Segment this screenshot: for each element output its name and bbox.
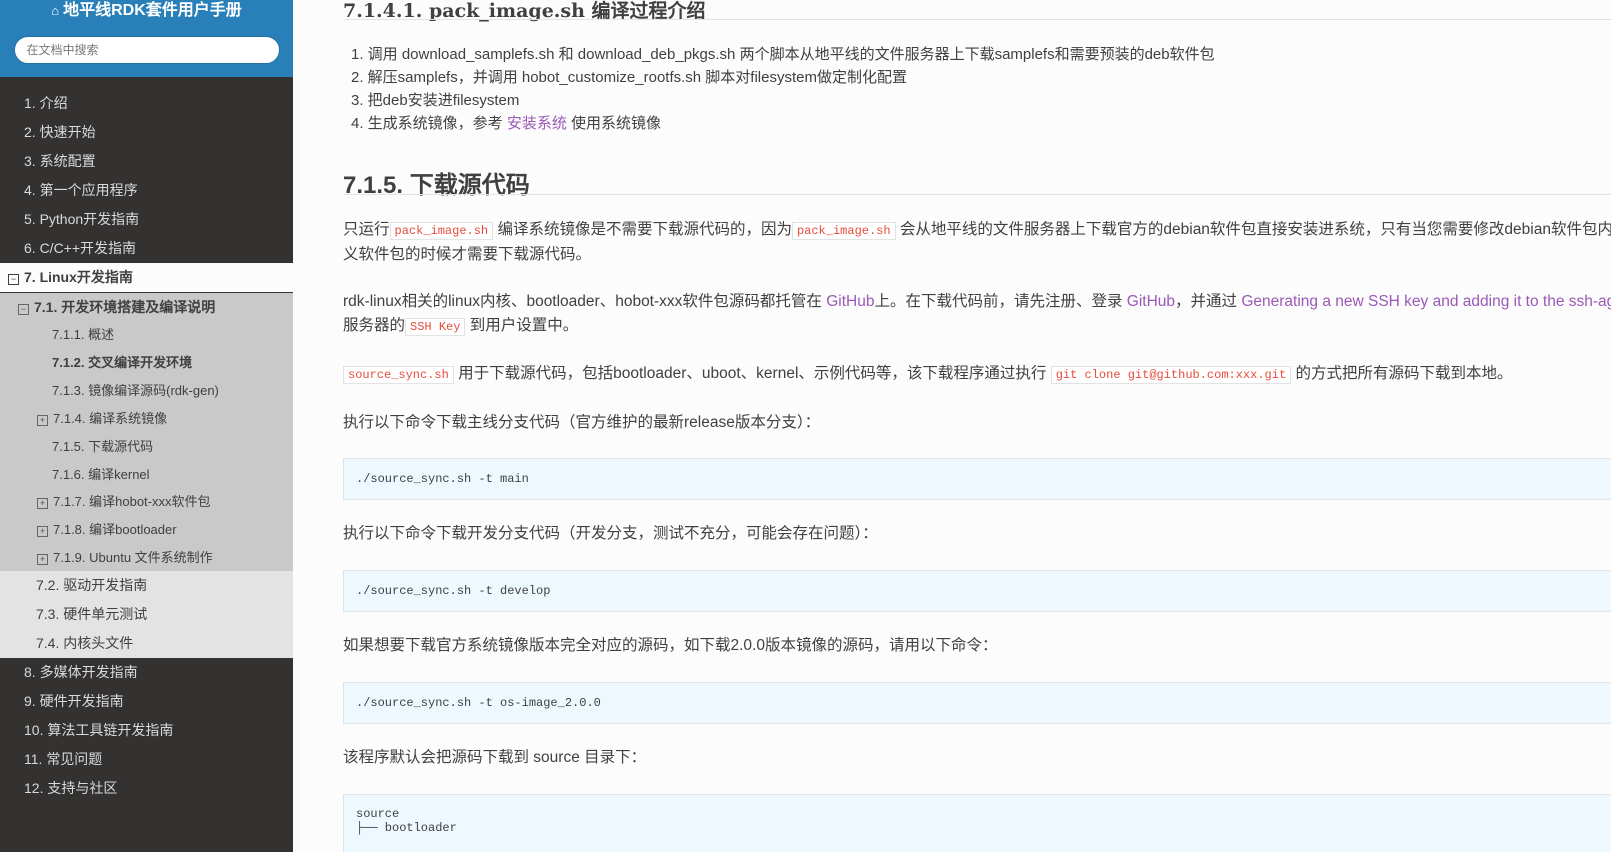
inline-code: git clone git@github.com:xxx.git (1050, 366, 1292, 384)
toc-item-label: 7.1. 开发环境搭建及编译说明 (34, 299, 216, 315)
toc-item-rdk-gen[interactable]: 7.1.3. 镜像编译源码(rdk-gen) (0, 377, 293, 405)
toc-item-cross-compile[interactable]: 7.1.2. 交叉编译开发环境 (0, 349, 293, 377)
toc-item-build-bootloader[interactable]: +7.1.8. 编译bootloader (0, 516, 293, 544)
code-block[interactable]: source ├── bootloader (343, 794, 1611, 852)
install-system-link[interactable]: 安装系统 (507, 115, 567, 132)
code-block[interactable]: ./source_sync.sh -t os-image_2.0.0 (343, 682, 1611, 724)
text: 服务器的 (343, 317, 406, 334)
toc-item-build-hobot[interactable]: +7.1.7. 编译hobot-xxx软件包 (0, 488, 293, 516)
paragraph: rdk-linux相关的linux内核、bootloader、hobot-xxx… (343, 290, 1611, 314)
expand-toggle-icon[interactable]: + (37, 415, 48, 426)
toc-item-faq[interactable]: 11. 常见问题 (0, 745, 293, 774)
list-item: 3. 把deb安装进filesystem (351, 92, 520, 109)
inline-code: source_sync.sh (343, 366, 454, 384)
paragraph: source_sync.sh 用于下载源代码，包括bootloader、uboo… (343, 362, 1512, 387)
toc-item-overview[interactable]: 7.1.1. 概述 (0, 321, 293, 349)
paragraph: 执行以下命令下载开发分支代码（开发分支，测试不充分，可能会存在问题）： (343, 525, 878, 542)
list-item: 4. 生成系统镜像，参考 安装系统 使用系统镜像 (351, 112, 1215, 135)
toc-item-label: 7. Linux开发指南 (24, 269, 133, 285)
toc-item-python-guide[interactable]: 5. Python开发指南 (0, 205, 293, 234)
inline-code: pack_image.sh (389, 222, 494, 240)
inline-code: SSH Key (405, 318, 466, 336)
expand-toggle-icon[interactable]: + (37, 526, 48, 537)
text: 的方式把所有源码下载到本地。 (1291, 365, 1513, 382)
paragraph-line: 义软件包的时候才需要下载源代码。 (343, 246, 592, 263)
list-item: 2. 解压samplefs，并调用 hobot_customize_rootfs… (351, 69, 907, 86)
toc-item-label: 7.1.7. 编译hobot-xxx软件包 (53, 494, 211, 509)
text: 用于下载源代码，包括bootloader、uboot、kernel、示例代码等，… (453, 365, 1051, 382)
toc-item-label: 7.1.8. 编译bootloader (53, 522, 177, 537)
list-item: 1. 调用 download_samplefs.sh 和 download_de… (351, 46, 1215, 63)
expand-toggle-icon[interactable]: + (37, 554, 48, 565)
ssh-key-guide-link[interactable]: Generating a new SSH key and adding it t… (1241, 293, 1611, 310)
toc-item-driver-guide[interactable]: 7.2. 驱动开发指南 (0, 571, 293, 600)
paragraph: 只运行 pack_image.sh 编译系统镜像是不需要下载源代码的，因为 pack… (343, 218, 1611, 243)
toc-item-quickstart[interactable]: 2. 快速开始 (0, 118, 293, 147)
step-text: 4. 生成系统镜像，参考 (351, 115, 507, 132)
toc-item-label: 7.1.9. Ubuntu 文件系统制作 (53, 550, 213, 565)
toc-item-build-image[interactable]: +7.1.4. 编译系统镜像 (0, 405, 293, 433)
paragraph: 执行以下命令下载主线分支代码（官方维护的最新release版本分支）： (343, 414, 821, 431)
collapse-toggle-icon[interactable]: − (18, 304, 29, 315)
text: 会从地平线的文件服务器上下载官方的debian软件包直接安装进系统，只有当您需要… (895, 221, 1611, 238)
text: 只运行 (343, 221, 390, 238)
toc-item-ubuntu-fs[interactable]: +7.1.9. Ubuntu 文件系统制作 (0, 544, 293, 572)
collapse-toggle-icon[interactable]: − (8, 274, 19, 285)
toc-item-intro[interactable]: 1. 介绍 (0, 89, 293, 118)
text: rdk-linux相关的linux内核、bootloader、hobot-xxx… (343, 293, 827, 310)
code-block[interactable]: ./source_sync.sh -t main (343, 458, 1611, 500)
toc-item-hardware[interactable]: 9. 硬件开发指南 (0, 687, 293, 716)
inline-code: pack_image.sh (791, 222, 896, 240)
project-home-link[interactable]: ⌂ 地平线RDK套件用户手册 (0, 0, 293, 22)
paragraph: 如果想要下载官方系统镜像版本完全对应的源码，如下载2.0.0版本镜像的源码，请用… (343, 637, 998, 654)
toc-item-multimedia[interactable]: 8. 多媒体开发指南 (0, 658, 293, 687)
code-block[interactable]: ./source_sync.sh -t develop (343, 570, 1611, 612)
home-icon: ⌂ (51, 3, 60, 18)
text: 编译系统镜像是不需要下载源代码的，因为 (493, 221, 792, 238)
paragraph-line: 服务器的 SSH Key 到用户设置中。 (343, 314, 578, 339)
section-divider (343, 194, 1611, 195)
step-text: 使用系统镜像 (566, 115, 662, 132)
sidebar-header: ⌂ 地平线RDK套件用户手册 (0, 0, 293, 77)
toc-item-download-source[interactable]: 7.1.5. 下载源代码 (0, 433, 293, 461)
github-link[interactable]: GitHub (1127, 293, 1175, 310)
toc-item-toolchain[interactable]: 10. 算法工具链开发指南 (0, 716, 293, 745)
toc-item-community[interactable]: 12. 支持与社区 (0, 774, 293, 803)
search-input[interactable] (13, 36, 280, 64)
toc-item-build-kernel[interactable]: 7.1.6. 编译kernel (0, 461, 293, 489)
text: 到用户设置中。 (465, 317, 579, 334)
expand-toggle-icon[interactable]: + (37, 498, 48, 509)
toc-item-linux-guide[interactable]: −7. Linux开发指南 (0, 263, 293, 292)
toc-item-hw-unit-test[interactable]: 7.3. 硬件单元测试 (0, 600, 293, 629)
toc-item-first-app[interactable]: 4. 第一个应用程序 (0, 176, 293, 205)
toc-item-label: 7.1.4. 编译系统镜像 (53, 411, 168, 426)
toc-item-kernel-headers[interactable]: 7.4. 内核头文件 (0, 629, 293, 658)
toc-item-cpp-guide[interactable]: 6. C/C++开发指南 (0, 234, 293, 263)
main-content: 7.1.4.1. pack_image.sh 编译过程介绍 1. 调用 down… (293, 0, 1611, 852)
text: ，并通过 (1175, 293, 1242, 310)
github-link[interactable]: GitHub (826, 293, 874, 310)
toc-item-system-config[interactable]: 3. 系统配置 (0, 147, 293, 176)
sidebar-nav: ⌂地平线RDK套件用户手册 1. 介绍 2. 快速开始 3. 系统配置 4. 第… (0, 0, 293, 852)
paragraph: 该程序默认会把源码下载到 source 目录下： (343, 749, 647, 766)
toc-item-dev-env[interactable]: −7.1. 开发环境搭建及编译说明 (0, 293, 293, 321)
steps-list: 1. 调用 download_samplefs.sh 和 download_de… (351, 43, 1215, 135)
heading-divider (343, 19, 1611, 20)
project-title: 地平线RDK套件用户手册 (63, 2, 242, 19)
text: 上。在下载代码前，请先注册、登录 (874, 293, 1127, 310)
